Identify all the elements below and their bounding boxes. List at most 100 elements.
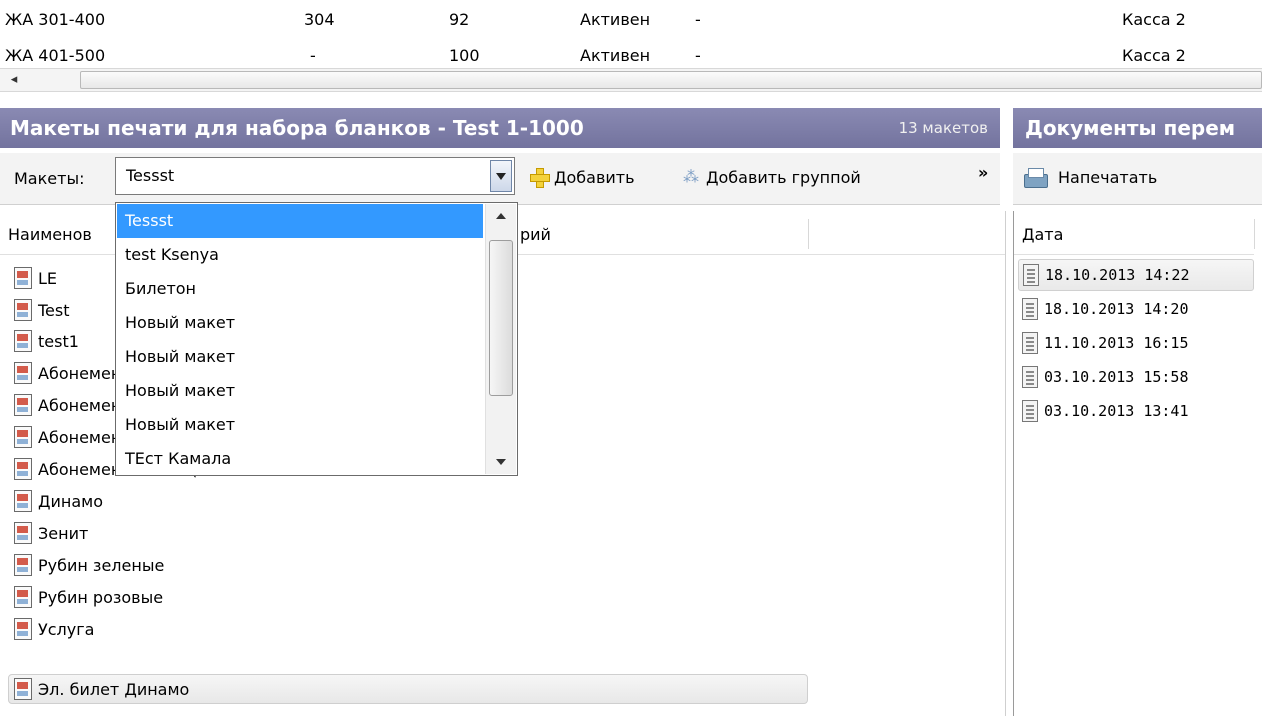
layout-icon xyxy=(14,490,32,512)
list-item[interactable]: test1 xyxy=(14,325,79,357)
scroll-thumb[interactable] xyxy=(80,71,1262,89)
cell-col3: 100 xyxy=(449,46,480,62)
item-label: Услуга xyxy=(38,619,95,639)
more-chevron-icon[interactable]: » xyxy=(978,163,988,182)
item-label: Рубин розовые xyxy=(38,587,164,607)
item-label: Рубин зеленые xyxy=(38,555,165,575)
column-header-label: Дата xyxy=(1022,225,1064,244)
group-icon: ⁂ xyxy=(683,167,699,186)
dropdown-scrollbar[interactable] xyxy=(485,204,516,474)
dropdown-option[interactable]: Новый макет xyxy=(117,306,483,340)
combo-value: Tessst xyxy=(126,166,175,185)
document-row[interactable]: 03.10.2013 13:41 xyxy=(1022,395,1189,427)
dropdown-option[interactable]: Новый макет xyxy=(117,408,483,442)
layout-icon xyxy=(14,330,32,352)
layout-icon xyxy=(14,522,32,544)
item-label: test1 xyxy=(38,331,79,351)
layout-icon xyxy=(14,362,32,384)
document-date: 03.10.2013 13:41 xyxy=(1044,402,1189,420)
document-date: 03.10.2013 15:58 xyxy=(1044,368,1189,386)
layout-icon xyxy=(14,678,32,700)
scroll-up-icon[interactable] xyxy=(486,206,516,226)
document-row-selected[interactable]: 18.10.2013 14:22 xyxy=(1018,259,1254,291)
document-row[interactable]: 18.10.2013 14:20 xyxy=(1022,293,1189,325)
list-item[interactable]: Рубин розовые xyxy=(14,581,163,613)
cell-cash: Касса 2 xyxy=(1122,10,1186,29)
document-date: 18.10.2013 14:22 xyxy=(1045,266,1190,284)
dropdown-option[interactable]: Билетон xyxy=(117,272,483,306)
list-item[interactable]: LE xyxy=(14,262,57,294)
scroll-down-icon[interactable] xyxy=(486,452,516,472)
cell-status: Активен xyxy=(580,10,651,29)
layout-icon xyxy=(14,586,32,608)
add-button-label: Добавить xyxy=(554,167,635,187)
document-row[interactable]: 03.10.2013 15:58 xyxy=(1022,361,1189,393)
column-header-label: рий xyxy=(520,225,551,244)
print-button[interactable]: Напечатать xyxy=(1022,166,1157,188)
horizontal-scrollbar[interactable]: ◂ xyxy=(0,68,1262,92)
list-item[interactable]: Рубин зеленые xyxy=(14,549,164,581)
add-group-label: Добавить группой xyxy=(706,167,861,187)
column-header-empty xyxy=(809,211,1005,255)
layout-icon xyxy=(14,458,32,480)
add-button[interactable]: Добавить xyxy=(528,166,635,188)
column-header-label: Наименов xyxy=(8,225,92,244)
printer-icon xyxy=(1022,166,1048,188)
dropdown-option[interactable]: Новый макет xyxy=(117,374,483,408)
layouts-panel-header: Макеты печати для набора бланков - Test … xyxy=(0,108,1000,148)
cell-col2: - xyxy=(310,46,316,62)
dropdown-option[interactable]: test Ksenya xyxy=(117,238,483,272)
list-item-selected[interactable]: Эл. билет Динамо xyxy=(8,674,808,704)
cell-name: ЖА 301-400 xyxy=(5,10,106,29)
document-icon xyxy=(1022,298,1038,320)
item-label: Зенит xyxy=(38,523,89,543)
item-label: Эл. билет Динамо xyxy=(38,679,190,699)
layout-icon xyxy=(14,426,32,448)
table-row[interactable]: ЖА 301-400 304 92 Активен - Касса 2 xyxy=(0,4,1262,36)
table-row[interactable]: ЖА 401-500 - 100 Активен - Касса 2 xyxy=(0,40,1262,62)
document-row[interactable]: 11.10.2013 16:15 xyxy=(1022,327,1189,359)
document-icon xyxy=(1023,264,1039,286)
dropdown-option[interactable]: ТЕст Камала xyxy=(117,442,483,476)
layouts-count: 13 макетов xyxy=(898,119,988,137)
layout-icon xyxy=(14,267,32,289)
layouts-dropdown[interactable]: Tessst test Ksenya Билетон Новый макет Н… xyxy=(115,202,518,476)
item-label: LE xyxy=(38,268,58,288)
dropdown-option[interactable]: Новый макет xyxy=(117,340,483,374)
column-divider xyxy=(1254,219,1255,249)
chevron-down-icon[interactable] xyxy=(490,160,512,192)
layout-icon xyxy=(14,299,32,321)
documents-grid: Дата 18.10.2013 14:22 18.10.2013 14:20 1… xyxy=(1013,211,1262,716)
layouts-combobox[interactable]: Tessst xyxy=(115,157,515,195)
list-item[interactable]: Динамо xyxy=(14,485,103,517)
document-date: 18.10.2013 14:20 xyxy=(1044,300,1189,318)
documents-panel-header: Документы перем xyxy=(1013,108,1262,148)
layout-icon xyxy=(14,554,32,576)
layouts-label: Макеты: xyxy=(14,169,85,188)
column-header-date[interactable]: Дата xyxy=(1014,211,1254,255)
list-item[interactable]: Test xyxy=(14,294,70,326)
cell-col5: - xyxy=(695,10,701,29)
document-icon xyxy=(1022,366,1038,388)
cell-col3: 92 xyxy=(449,10,470,29)
print-label: Напечатать xyxy=(1058,167,1158,187)
document-date: 11.10.2013 16:15 xyxy=(1044,334,1189,352)
dropdown-option-selected[interactable]: Tessst xyxy=(117,204,483,238)
cell-col2: 304 xyxy=(304,10,335,29)
cell-col5: - xyxy=(695,46,701,62)
scroll-thumb[interactable] xyxy=(489,240,513,396)
cell-name: ЖА 401-500 xyxy=(5,46,106,62)
plus-icon xyxy=(528,166,550,188)
list-item[interactable]: Услуга xyxy=(14,613,94,645)
add-group-button[interactable]: ⁂ Добавить группой xyxy=(680,166,861,188)
top-table: ЖА 301-400 304 92 Активен - Касса 2 ЖА 4… xyxy=(0,0,1262,98)
list-item[interactable]: Абонемент xyxy=(14,421,131,453)
document-icon xyxy=(1022,332,1038,354)
list-item[interactable]: Зенит xyxy=(14,517,88,549)
layout-icon xyxy=(14,394,32,416)
documents-panel-title: Документы перем xyxy=(1025,116,1236,140)
cell-cash: Касса 2 xyxy=(1122,46,1186,62)
list-item[interactable]: Абонемент xyxy=(14,389,131,421)
scroll-left-icon[interactable]: ◂ xyxy=(6,70,22,90)
list-item[interactable]: Абонемент xyxy=(14,357,131,389)
